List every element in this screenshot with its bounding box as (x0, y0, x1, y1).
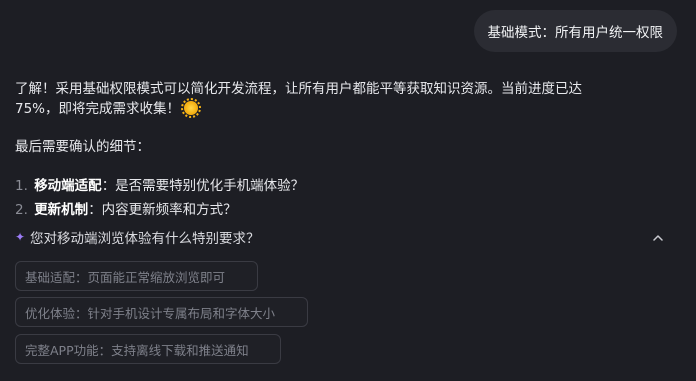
list-term: 移动端适配 (34, 178, 102, 194)
sparkle-icon: ✦ (15, 230, 26, 244)
option-label: 完整APP功能：支持离线下载和推送通知 (25, 342, 249, 358)
list-item: 2. 更新机制：内容更新频率和方式？ (15, 198, 675, 222)
details-list: 1. 移动端适配：是否需要特别优化手机端体验？ 2. 更新机制：内容更新频率和方… (15, 174, 675, 222)
option-button-optimized[interactable]: 优化体验：针对手机设计专属布局和字体大小 (15, 297, 308, 327)
list-description: ：内容更新频率和方式？ (88, 202, 237, 218)
option-button-full-app[interactable]: 完整APP功能：支持离线下载和推送通知 (15, 334, 281, 364)
option-label: 优化体验：针对手机设计专属布局和字体大小 (25, 305, 276, 321)
list-item: 1. 移动端适配：是否需要特别优化手机端体验？ (15, 174, 675, 198)
assistant-paragraph-details: 最后需要确认的细节： (15, 139, 150, 155)
sun-emoji-icon (181, 98, 202, 118)
followup-question-text: 您对移动端浏览体验有什么特别要求？ (30, 231, 260, 247)
list-number: 2. (15, 202, 28, 218)
option-button-basic[interactable]: 基础适配：页面能正常缩放浏览即可 (15, 261, 258, 291)
list-term: 更新机制 (34, 202, 89, 218)
assistant-message: 了解！采用基础权限模式可以简化开发流程，让所有用户都能平等获取知识资源。当前进度… (15, 79, 675, 238)
list-number: 1. (15, 178, 28, 194)
assistant-paragraph-progress-text: 了解！采用基础权限模式可以简化开发流程，让所有用户都能平等获取知识资源。当前进度… (15, 81, 582, 117)
user-message-text: 基础模式：所有用户统一权限 (487, 25, 664, 41)
user-message-bubble: 基础模式：所有用户统一权限 (473, 10, 677, 52)
assistant-paragraph-progress: 了解！采用基础权限模式可以简化开发流程，让所有用户都能平等获取知识资源。当前进度… (15, 79, 605, 119)
option-label: 基础适配：页面能正常缩放浏览即可 (25, 269, 226, 285)
list-description: ：是否需要特别优化手机端体验？ (101, 178, 305, 194)
chevron-up-icon[interactable] (651, 230, 665, 244)
followup-question-header[interactable]: ✦ 您对移动端浏览体验有什么特别要求？ (15, 226, 665, 248)
